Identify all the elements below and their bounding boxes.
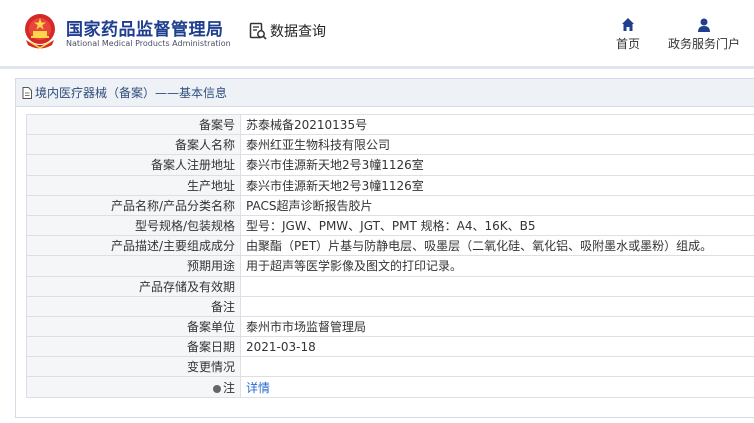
table-row: 注 详情: [26, 376, 754, 398]
row-label: 预期用途: [26, 255, 241, 277]
user-icon: [698, 18, 710, 32]
row-value: [240, 356, 754, 378]
table-row: 变更情况: [26, 356, 754, 378]
row-value: 苏泰械备20210135号: [240, 113, 754, 136]
brand-title: 国家药品监督管理局: [66, 20, 224, 40]
table-row: 型号规格/包装规格 型号：JGW、PMW、JGT、PMT 规格：A4、16K、B5: [26, 214, 754, 237]
table-row: 产品描述/主要组成成分 由聚酯（PET）片基与防静电层、吸墨层（二氧化硅、氧化铝、…: [26, 235, 754, 257]
row-value: 2021-03-18: [240, 336, 754, 358]
row-value: 泰州红亚生物科技有限公司: [240, 134, 754, 156]
row-value: [240, 295, 754, 317]
row-value: [240, 275, 754, 297]
note-marker-icon: [212, 384, 221, 393]
table-row: 备注: [26, 295, 754, 317]
row-label: 备案人注册地址: [26, 154, 241, 176]
row-label: 备案人名称: [26, 134, 241, 156]
row-value: 泰兴市佳源新天地2号3幢1126室: [240, 174, 754, 196]
nav-service-portal-label: 政务服务门户: [667, 37, 740, 51]
row-value: 型号：JGW、PMW、JGT、PMT 规格：A4、16K、B5: [240, 214, 754, 237]
nav-service-portal[interactable]: 政务服务门户: [666, 17, 742, 52]
note-row-value-cell: 详情: [240, 376, 754, 398]
table-row: 产品名称/产品分类名称 PACS超声诊断报告胶片: [26, 194, 754, 216]
table-row: 备案人注册地址 泰兴市佳源新天地2号3幢1126室: [26, 154, 754, 176]
row-value: 泰州市市场监督管理局: [240, 315, 754, 338]
note-row-label-cell: 注: [26, 376, 241, 398]
panel-title: 境内医疗器械（备案）——基本信息: [35, 86, 228, 100]
row-label: 型号规格/包装规格: [26, 214, 241, 237]
data-query-link[interactable]: 数据查询: [249, 21, 326, 41]
panel-header: 境内医疗器械（备案）——基本信息: [16, 79, 754, 107]
data-query-label: 数据查询: [270, 24, 326, 40]
table-row: 备案日期 2021-03-18: [26, 336, 754, 358]
row-label: 备案日期: [26, 336, 241, 358]
brand-subtitle: National Medical Products Administration: [66, 39, 231, 48]
row-label: 产品描述/主要组成成分: [26, 235, 241, 257]
header-divider: [0, 66, 754, 69]
row-label: 产品存储及有效期: [26, 275, 241, 297]
table-row: 备案人名称 泰州红亚生物科技有限公司: [26, 134, 754, 156]
row-value: 用于超声等医学影像及图文的打印记录。: [240, 255, 754, 277]
table-row: 生产地址 泰兴市佳源新天地2号3幢1126室: [26, 174, 754, 196]
row-label: 变更情况: [26, 356, 241, 378]
row-label: 生产地址: [26, 174, 241, 196]
note-row-label: 注: [222, 380, 235, 395]
details-link[interactable]: 详情: [246, 381, 270, 395]
nav-home-label: 首页: [615, 37, 640, 51]
row-label: 备案号: [26, 113, 241, 136]
site-header: 国家药品监督管理局 National Medical Products Admi…: [0, 0, 754, 66]
home-icon: [622, 18, 634, 31]
row-label: 备案单位: [26, 315, 241, 338]
row-label: 备注: [26, 295, 241, 317]
table-row: 备案号 苏泰械备20210135号: [26, 113, 754, 136]
row-label: 产品名称/产品分类名称: [26, 194, 241, 216]
table-row: 产品存储及有效期: [26, 275, 754, 297]
table-row: 预期用途 用于超声等医学影像及图文的打印记录。: [26, 255, 754, 277]
nav-home[interactable]: 首页: [612, 17, 644, 52]
data-query-icon: [249, 22, 267, 40]
row-value: PACS超声诊断报告胶片: [240, 194, 754, 216]
national-emblem-icon: [25, 14, 55, 49]
row-value: 由聚酯（PET）片基与防静电层、吸墨层（二氧化硅、氧化铝、吸附墨水或墨粉）组成。: [240, 235, 754, 257]
table-row: 备案单位 泰州市市场监督管理局: [26, 315, 754, 338]
document-icon: [22, 86, 32, 99]
detail-panel: 境内医疗器械（备案）——基本信息 备案号 苏泰械备20210135号 备案人名称泰…: [15, 78, 754, 418]
detail-table: 备案号 苏泰械备20210135号 备案人名称 泰州红亚生物科技有限公司 备案人注册…: [26, 113, 754, 398]
row-value: 泰兴市佳源新天地2号3幢1126室: [240, 154, 754, 176]
